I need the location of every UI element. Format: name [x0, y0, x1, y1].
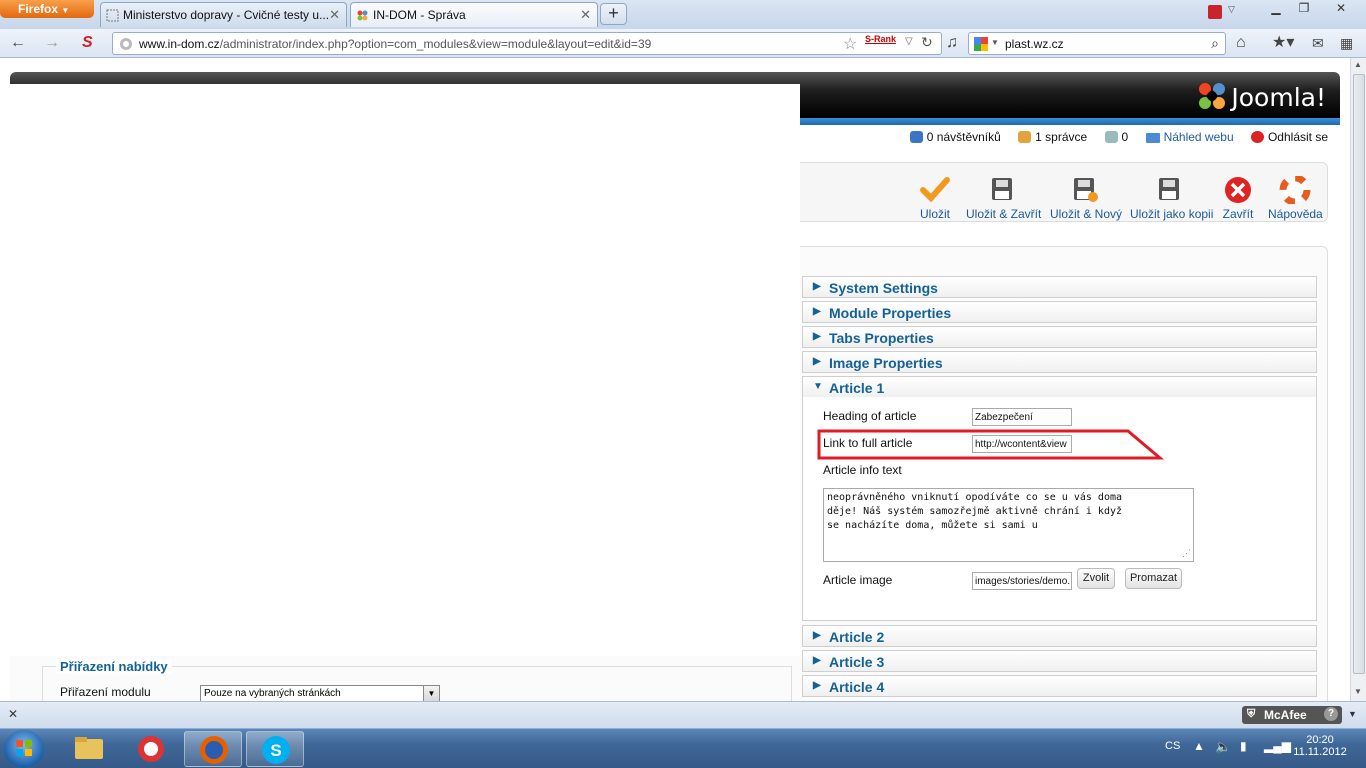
expand-arrow-icon: ▶	[813, 630, 821, 641]
close-tab-icon[interactable]: ✕	[329, 7, 340, 23]
home-icon[interactable]: ⌂	[1236, 34, 1246, 52]
browser-titlebar: Firefox ▼ Ministerstvo dopravy - Cvičné …	[0, 0, 1366, 29]
skype-icon: S	[262, 736, 290, 764]
module-assignment-label: Přiřazení modulu	[60, 685, 151, 699]
mcafee-badge[interactable]: ⛨ McAfee ?	[1242, 706, 1342, 724]
minimize-icon[interactable]: ▁	[1262, 0, 1290, 18]
power-icon[interactable]: ▮	[1240, 739, 1247, 753]
module-assignment-select[interactable]: Pouze na vybraných stránkách ▼	[200, 685, 440, 701]
accordion-article-4[interactable]: ▶ Article 4	[802, 675, 1317, 697]
page-viewport: Joomla! 0 návštěvníků 1 správce 0 Náhled…	[0, 58, 1350, 701]
tab-title: Ministerstvo dopravy - Cvičné testy u...	[123, 8, 330, 22]
addon-bar: ✕ ⛨ McAfee ? ▼	[0, 701, 1366, 728]
search-icon[interactable]: ⌕	[1211, 35, 1219, 52]
info-textarea[interactable]: neoprávněného vniknutí opodíváte co se u…	[823, 488, 1194, 562]
mail-icon[interactable]: ✉	[1312, 34, 1324, 52]
windows-logo-icon	[16, 740, 32, 756]
accordion-article-2[interactable]: ▶ Article 2	[802, 625, 1317, 647]
image-input[interactable]: images/stories/demo.	[972, 572, 1072, 590]
addon-icon[interactable]	[1208, 5, 1222, 19]
scroll-up-icon[interactable]: ▲	[1354, 60, 1362, 69]
info-text-label: Article info text	[823, 463, 902, 477]
firefox-icon	[200, 736, 228, 764]
image-label: Article image	[823, 573, 893, 587]
firefox-menu-button[interactable]: Firefox ▼	[0, 0, 94, 18]
search-text: plast.wz.cz	[1005, 37, 1064, 51]
taskbar-explorer[interactable]	[60, 731, 118, 767]
tab-in-dom[interactable]: IN-DOM - Správa ✕	[350, 2, 598, 27]
history-dropdown-icon[interactable]: ▽	[905, 36, 913, 47]
chevron-down-icon: ▼	[423, 686, 439, 701]
volume-icon[interactable]: 🔈	[1215, 739, 1231, 755]
vertical-scrollbar[interactable]: ▲ ▼	[1350, 58, 1366, 701]
search-bar[interactable]: ▼ plast.wz.cz ⌕	[968, 32, 1226, 55]
tray-arrow-icon[interactable]: ▲	[1193, 739, 1205, 753]
addon-dropdown-icon[interactable]: ▼	[1348, 709, 1357, 719]
restore-icon[interactable]: ❐	[1290, 0, 1318, 18]
google-icon	[974, 37, 988, 51]
srank-badge[interactable]: S-Rank	[865, 34, 896, 44]
back-icon[interactable]: ←	[10, 34, 26, 52]
svg-text:S: S	[270, 741, 281, 760]
s-addon-icon[interactable]: S	[82, 34, 93, 52]
tab-title: IN-DOM - Správa	[373, 8, 466, 22]
navigation-bar: ← → S www.in-dom.cz/administrator/index.…	[0, 29, 1366, 58]
forward-icon[interactable]: →	[44, 34, 60, 52]
url-bar[interactable]: www.in-dom.cz/administrator/index.php?op…	[112, 32, 942, 55]
page-icon	[106, 9, 119, 22]
bookmarks-icon[interactable]: ★▾	[1272, 34, 1294, 52]
close-window-icon[interactable]: ✕	[1324, 0, 1358, 18]
accordion-article-3[interactable]: ▶ Article 3	[802, 650, 1317, 672]
joomla-favicon-icon	[357, 10, 368, 21]
music-icon[interactable]: ♫	[946, 34, 958, 52]
new-tab-button[interactable]: +	[600, 3, 627, 25]
close-addon-bar-icon[interactable]: ✕	[8, 707, 18, 721]
taskbar-firefox[interactable]	[184, 731, 242, 767]
globe-icon	[120, 38, 132, 50]
engine-dropdown-icon[interactable]: ▼	[991, 38, 999, 47]
toolbar-menu-icon[interactable]: ▦	[1340, 34, 1353, 52]
blank-overlay	[0, 84, 800, 656]
ccleaner-icon	[138, 736, 164, 762]
network-icon[interactable]: ▂▄▆	[1264, 739, 1291, 753]
menu-assignment-legend: Přiřazení nabídky	[56, 659, 172, 674]
dropdown-icon[interactable]: ▽	[1228, 4, 1235, 15]
close-tab-icon[interactable]: ✕	[580, 7, 591, 23]
expand-arrow-icon: ▶	[813, 655, 821, 666]
windows-taskbar: S CS ▲ 🔈 ▮ ▂▄▆ 20:20 11.11.2012	[0, 728, 1366, 768]
url-text: www.in-dom.cz/administrator/index.php?op…	[139, 37, 652, 51]
taskbar-ccleaner[interactable]	[122, 731, 180, 767]
expand-arrow-icon: ▶	[813, 680, 821, 691]
start-button[interactable]	[4, 730, 44, 768]
clear-image-button[interactable]: Promazat	[1125, 568, 1182, 589]
scroll-thumb[interactable]	[1353, 74, 1365, 674]
taskbar-skype[interactable]: S	[246, 731, 304, 767]
help-icon[interactable]: ?	[1324, 707, 1338, 721]
bookmark-star-icon[interactable]: ☆	[843, 34, 857, 54]
language-indicator[interactable]: CS	[1165, 740, 1180, 752]
reload-icon[interactable]: ↻	[921, 34, 933, 51]
folder-icon	[75, 737, 103, 759]
resize-grip-icon[interactable]: ⋰	[1182, 547, 1191, 561]
clock[interactable]: 20:20 11.11.2012	[1292, 734, 1348, 758]
scroll-down-icon[interactable]: ▼	[1354, 687, 1362, 696]
shield-icon: ⛨	[1247, 708, 1256, 720]
tab-ministerstvo[interactable]: Ministerstvo dopravy - Cvičné testy u...…	[100, 2, 347, 27]
choose-image-button[interactable]: Zvolit	[1077, 568, 1115, 589]
